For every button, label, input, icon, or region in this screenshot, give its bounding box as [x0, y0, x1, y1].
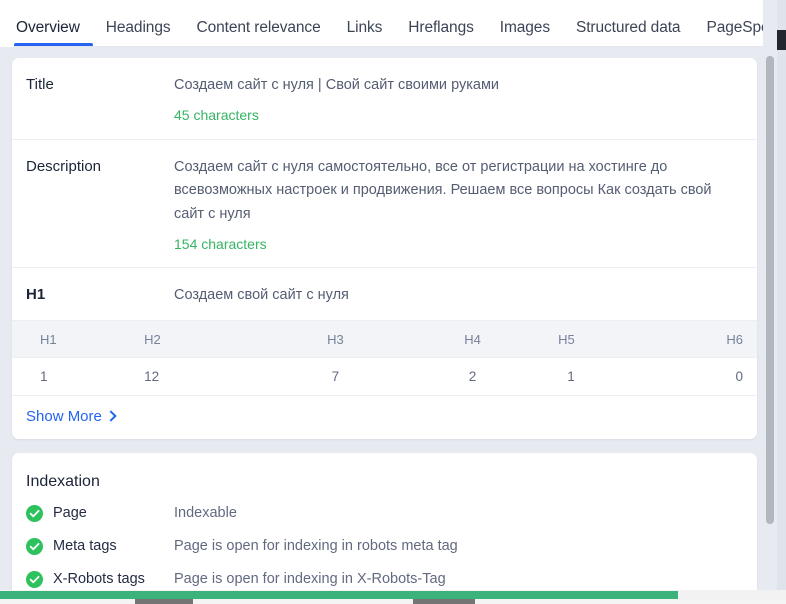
overview-card: Title Создаем сайт с нуля | Свой сайт св… — [12, 58, 757, 439]
chevron-right-icon — [105, 410, 117, 422]
show-more-label: Show More — [26, 407, 102, 425]
tab-links[interactable]: Links — [334, 18, 396, 47]
check-circle-icon — [26, 570, 43, 588]
tab-label: Links — [346, 18, 383, 36]
headings-count-cell: 0 — [632, 357, 757, 396]
tab-strip: Overview Headings Content relevance Links Hr… — [0, 0, 777, 46]
headings-column-header: H4 — [384, 319, 509, 358]
headings-count-cell: 1 — [12, 357, 137, 396]
show-more-button[interactable]: Show More — [12, 396, 129, 439]
tab-label: Images — [499, 18, 550, 36]
title-char-count: 45 characters — [174, 107, 259, 124]
headings-table-header-row: H1 H2 H3 H4 H5 H6 — [12, 319, 757, 358]
vertical-scrollbar-thumb[interactable] — [766, 56, 774, 524]
headings-table-value-row: 1 12 7 2 1 0 — [12, 357, 757, 396]
indexation-row-list: Page Indexable Meta tags Page is open for i… — [12, 497, 757, 604]
h1-row: H1 Создаем свой сайт с нуля — [12, 268, 757, 319]
taskbar-item-2[interactable] — [413, 599, 475, 604]
description-char-count: 154 characters — [174, 236, 267, 253]
indexation-card: Indexation Page Indexable Meta tags Page is… — [12, 452, 757, 604]
description-label: Description — [26, 157, 102, 175]
window-right-edge — [777, 0, 786, 604]
indexation-row: Meta tags Page is open for indexing in ro… — [12, 530, 757, 563]
headings-count-table: H1 H2 H3 H4 H5 H6 1 12 7 2 1 0 — [12, 319, 757, 396]
tab-content-relevance[interactable]: Content relevance — [184, 18, 334, 47]
tab-structured-data[interactable]: Structured data — [563, 18, 693, 47]
scroll-content: Title Создаем сайт с нуля | Свой сайт св… — [0, 47, 777, 604]
h1-label: H1 — [26, 286, 46, 304]
page-load-progress-bar — [0, 591, 678, 599]
description-value: Создаем сайт с нуля самостоятельно, все … — [174, 158, 712, 222]
indexation-row-label: Page — [53, 505, 87, 522]
headings-count-cell: 12 — [136, 357, 261, 396]
title-row: Title Создаем сайт с нуля | Свой сайт св… — [12, 58, 757, 140]
check-circle-icon — [26, 505, 43, 523]
browser-viewport: Overview Headings Content relevance Links Hr… — [0, 0, 777, 604]
indexation-row-left: Meta tags — [26, 537, 174, 556]
title-value: Создаем сайт с нуля | Свой сайт своими р… — [174, 77, 500, 93]
headings-column-header: H5 — [508, 319, 633, 358]
tab-label: Structured data — [575, 18, 681, 36]
bottom-progress-strip — [0, 590, 786, 604]
title-body: Создаем сайт с нуля | Свой сайт своими р… — [174, 74, 743, 125]
indexation-row-text: Indexable — [174, 505, 237, 522]
headings-column-header: H1 — [12, 319, 137, 358]
window-edge-marker — [777, 30, 786, 50]
indexation-row-label: X-Robots tags — [53, 570, 145, 587]
indexation-row-left: Page — [26, 504, 174, 523]
indexation-row-text: Page is open for indexing in robots meta… — [174, 538, 458, 555]
headings-count-cell: 2 — [384, 357, 509, 396]
check-circle-icon — [26, 537, 43, 555]
indexation-row-label: Meta tags — [53, 538, 117, 555]
headings-column-header: H6 — [632, 319, 757, 358]
description-body: Создаем сайт с нуля самостоятельно, все … — [174, 156, 743, 254]
tab-label: Overview — [16, 18, 80, 36]
h1-body: Создаем свой сайт с нуля — [174, 284, 743, 307]
taskbar-item-1[interactable] — [135, 599, 193, 604]
indexation-row-left: X-Robots tags — [26, 570, 174, 589]
h1-value: Создаем свой сайт с нуля — [174, 287, 349, 304]
tab-bar: Overview Headings Content relevance Links Hr… — [0, 0, 777, 47]
tab-images[interactable]: Images — [487, 18, 563, 47]
tab-overview[interactable]: Overview — [14, 18, 93, 46]
tab-label: Content relevance — [196, 18, 321, 36]
title-label: Title — [26, 76, 54, 93]
description-row: Description Создаем сайт с нуля самостоя… — [12, 140, 757, 269]
tab-headings[interactable]: Headings — [93, 18, 184, 47]
headings-column-header: H3 — [260, 319, 385, 358]
taskbar-base — [0, 599, 786, 604]
headings-count-cell: 7 — [260, 357, 385, 396]
headings-column-header: H2 — [136, 319, 261, 358]
indexation-title: Indexation — [26, 472, 100, 490]
tab-label: Hreflangs — [408, 18, 474, 36]
tab-hreflangs[interactable]: Hreflangs — [395, 18, 486, 47]
tab-label: Headings — [105, 18, 171, 36]
headings-count-cell: 1 — [508, 357, 633, 396]
indexation-row: Page Indexable — [12, 497, 757, 530]
indexation-row-text: Page is open for indexing in X-Robots-Ta… — [174, 570, 446, 587]
